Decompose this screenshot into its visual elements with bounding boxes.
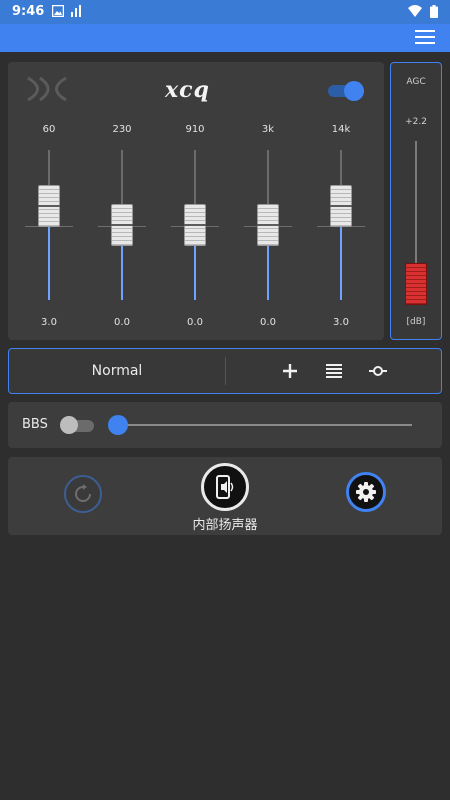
band-frequency-label: 910 bbox=[185, 124, 205, 135]
band-gain-value: 3.0 bbox=[333, 317, 349, 328]
preset-panel: Normal bbox=[8, 348, 442, 394]
list-icon[interactable] bbox=[322, 359, 346, 383]
band-frequency-label: 3k bbox=[261, 124, 275, 135]
slider-icon[interactable] bbox=[366, 359, 390, 383]
agc-panel: AGC +2.2 [dB] bbox=[390, 62, 442, 340]
band-slider-knob[interactable] bbox=[184, 204, 206, 246]
add-icon[interactable] bbox=[278, 359, 302, 383]
band-level-fill bbox=[48, 227, 50, 300]
divider bbox=[225, 357, 226, 385]
band-frequency-label: 14k bbox=[331, 124, 351, 135]
band-slider-knob[interactable] bbox=[38, 185, 60, 228]
reset-button[interactable] bbox=[64, 475, 102, 513]
bbs-level-slider[interactable] bbox=[108, 415, 412, 435]
band-slider-knob[interactable] bbox=[111, 204, 133, 246]
output-panel: 内部扬声器 bbox=[8, 457, 442, 535]
band-slider-knob[interactable] bbox=[257, 204, 279, 246]
equalizer-panel: xcq 60 3.0 230 0.0 910 0.0 3k 0.0 14k 3.… bbox=[8, 62, 384, 340]
status-time: 9:46 bbox=[12, 4, 45, 19]
agc-unit: [dB] bbox=[406, 317, 426, 327]
bbs-toggle[interactable] bbox=[60, 414, 96, 436]
preset-name[interactable]: Normal bbox=[9, 349, 225, 393]
band-gain-value: 0.0 bbox=[114, 317, 130, 328]
band-gain-value: 0.0 bbox=[260, 317, 276, 328]
agc-label: AGC bbox=[406, 77, 426, 87]
band-level-fill bbox=[340, 227, 342, 300]
eq-band: 14k 3.0 bbox=[311, 62, 371, 340]
speaker-icon bbox=[216, 475, 234, 499]
band-frequency-label: 230 bbox=[112, 124, 132, 135]
band-gain-value: 3.0 bbox=[41, 317, 57, 328]
reset-icon bbox=[75, 484, 91, 502]
band-slider-knob[interactable] bbox=[330, 185, 352, 228]
agc-value: +2.2 bbox=[405, 117, 427, 127]
signal-bars-icon bbox=[71, 5, 81, 17]
output-device-button[interactable] bbox=[201, 463, 249, 511]
wifi-icon bbox=[408, 5, 422, 17]
eq-band: 3k 0.0 bbox=[238, 62, 298, 340]
band-level-fill bbox=[121, 246, 123, 300]
band-gain-value: 0.0 bbox=[187, 317, 203, 328]
bbs-slider-thumb[interactable] bbox=[108, 415, 128, 435]
eq-band: 230 0.0 bbox=[92, 62, 152, 340]
band-level-fill bbox=[194, 246, 196, 300]
settings-button[interactable] bbox=[346, 472, 386, 512]
hamburger-menu-icon[interactable] bbox=[415, 30, 435, 46]
bbs-label: BBS bbox=[22, 417, 48, 432]
eq-band: 910 0.0 bbox=[165, 62, 225, 340]
photo-icon bbox=[52, 5, 64, 17]
status-bar: 9:46 bbox=[0, 0, 450, 24]
battery-icon bbox=[430, 5, 438, 18]
output-device-label: 内部扬声器 bbox=[192, 518, 258, 533]
band-level-fill bbox=[267, 246, 269, 300]
bbs-panel: BBS bbox=[8, 402, 442, 448]
app-bar bbox=[0, 24, 450, 52]
band-frequency-label: 60 bbox=[42, 124, 56, 135]
agc-slider-knob[interactable] bbox=[405, 263, 427, 305]
settings-icon bbox=[356, 482, 376, 502]
eq-band: 60 3.0 bbox=[19, 62, 79, 340]
